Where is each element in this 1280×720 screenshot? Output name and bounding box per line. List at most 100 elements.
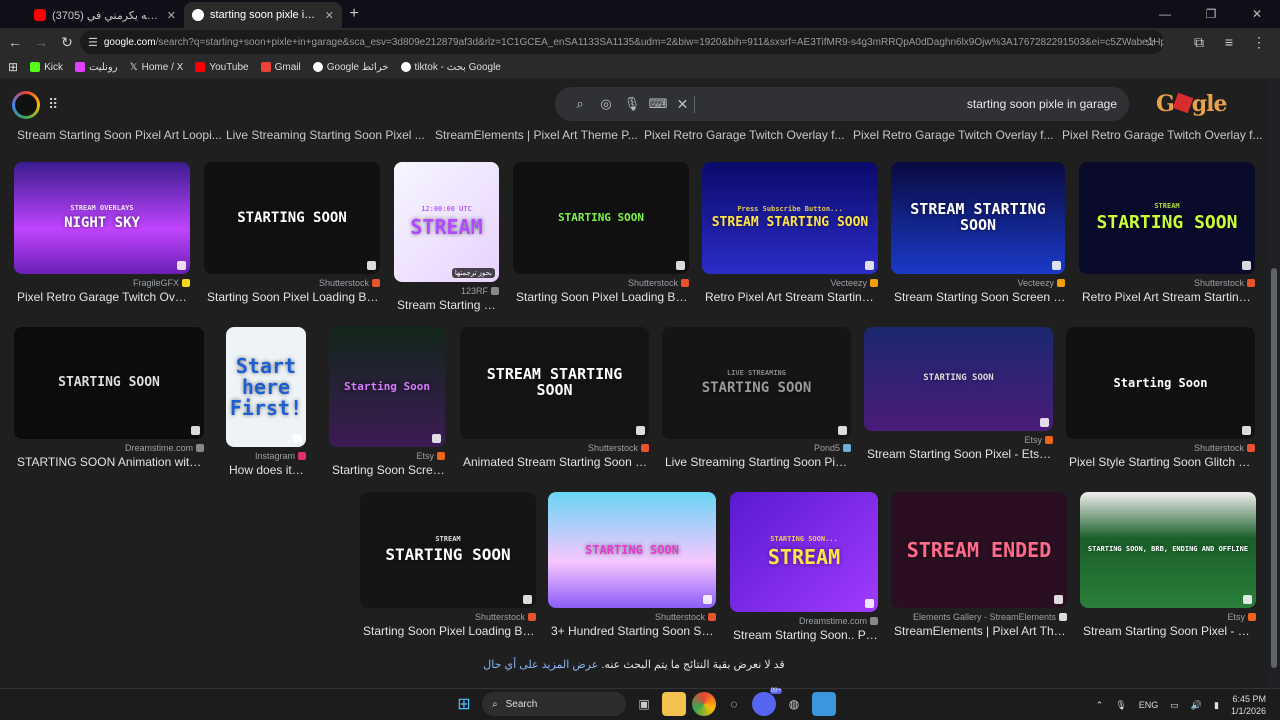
forward-button[interactable]: → (28, 29, 54, 55)
google-logo[interactable]: Ggle (1156, 91, 1228, 117)
result-thumbnail[interactable]: Starting Soon (1066, 327, 1255, 439)
result-thumbnail[interactable]: STREAM STARTING SOON (360, 492, 536, 608)
media-icon[interactable]: ≡ (1216, 29, 1242, 55)
result-caption[interactable]: Starting Soon Pixel Loading Bar ... (363, 624, 537, 638)
file-explorer-icon[interactable] (662, 692, 686, 716)
close-window-icon[interactable]: ✕ (1234, 0, 1280, 28)
bookmark-star-icon[interactable]: ☆ (1144, 34, 1156, 50)
result-caption[interactable]: Stream Starting St... (397, 298, 500, 312)
result-thumbnail[interactable]: STARTING SOON (204, 162, 380, 274)
photos-icon[interactable] (812, 692, 836, 716)
result-source[interactable]: Pond5 (662, 443, 851, 453)
result-source[interactable]: Shutterstock (1066, 443, 1255, 453)
app-icon[interactable]: ◍ (782, 692, 806, 716)
tab-youtube[interactable]: (3705) الجنة الله يكرمني في ✕ (26, 2, 184, 28)
result-caption[interactable]: Live Streaming Starting Soon Pixel ... (665, 455, 852, 469)
result-thumbnail[interactable]: 12:00:00 UTC STREAM بحوز ترجمتها (394, 162, 499, 282)
result-caption[interactable]: Retro Pixel Art Stream Starting S... (1082, 290, 1256, 304)
address-bar[interactable]: ☰ google.com/search?q=starting+soon+pixl… (80, 30, 1164, 54)
result-source[interactable]: FragileGFX (14, 278, 190, 288)
result-source[interactable]: Instagram (226, 451, 306, 461)
result-thumbnail[interactable]: STARTING SOON (864, 327, 1053, 431)
result-source[interactable]: Etsy (329, 451, 445, 461)
result-source[interactable]: Vecteezy (702, 278, 878, 288)
avatar[interactable] (12, 91, 40, 119)
search-input[interactable]: starting soon pixle in garage (703, 97, 1117, 111)
translation-badge[interactable]: بحوز ترجمتها (451, 268, 495, 278)
chevron-up-icon[interactable]: ⌃ (1096, 700, 1104, 711)
result-caption[interactable]: Stream Starting Soon.. Phr... (733, 628, 879, 642)
bookmark-gmail[interactable]: Gmail (260, 62, 301, 73)
result-source[interactable]: 123RF (394, 286, 499, 296)
page-scrollbar[interactable] (1268, 78, 1280, 688)
result-source[interactable]: Shutterstock (513, 278, 689, 288)
result-source[interactable]: Etsy (1080, 612, 1256, 622)
discord-icon[interactable]: 99+ (752, 688, 782, 716)
language-indicator[interactable]: ENG (1139, 700, 1159, 710)
tab-google-search[interactable]: starting soon pixle in garage - ✕ (184, 2, 342, 28)
result-thumbnail[interactable]: STARTING SOON (14, 327, 204, 439)
result-caption[interactable]: StreamElements | Pixel Art Theme P... (435, 128, 638, 142)
result-thumbnail[interactable]: LIVE STREAMING STARTING SOON (662, 327, 851, 439)
bookmark-x[interactable]: 𝕏 Home / X (130, 62, 184, 73)
result-caption[interactable]: Starting Soon Pixel Loading Bar ... (516, 290, 690, 304)
result-thumbnail[interactable]: Press Subscribe Button... STREAM STARTING… (702, 162, 878, 274)
mic-icon[interactable]: 🎙 (1115, 700, 1126, 711)
result-source[interactable]: Shutterstock (548, 612, 716, 622)
result-caption[interactable]: Retro Pixel Art Stream Starting S... (705, 290, 879, 304)
maximize-icon[interactable]: ❐ (1188, 0, 1234, 28)
result-source[interactable]: Shutterstock (360, 612, 536, 622)
menu-icon[interactable]: ⋮ (1246, 29, 1272, 55)
result-caption[interactable]: Starting Soon Scree... (332, 463, 446, 477)
result-caption[interactable]: 3+ Hundred Starting Soon Scr... (551, 624, 717, 638)
result-caption[interactable]: Stream Starting Soon Pixel - Etsy A... (867, 447, 1054, 461)
apps-grid-icon[interactable]: ⊞ (8, 60, 18, 74)
result-caption[interactable]: STARTING SOON Animation with ... (17, 455, 205, 469)
clock[interactable]: 6:45 PM 1/1/2026 (1231, 693, 1266, 717)
chrome-icon[interactable] (692, 692, 716, 716)
taskbar-search[interactable]: ⌕ Search (482, 692, 626, 716)
lens-icon[interactable]: ◎ (593, 96, 619, 112)
result-caption[interactable]: Pixel Retro Garage Twitch Overlay f... (644, 128, 845, 142)
result-source[interactable]: Shutterstock (204, 278, 380, 288)
result-source[interactable]: Shutterstock (1079, 278, 1255, 288)
result-caption[interactable]: Pixel Retro Garage Twitch Overlay f... (853, 128, 1054, 142)
apps-grid-icon[interactable]: ⠿ (48, 96, 58, 113)
result-source[interactable]: Vecteezy (891, 278, 1065, 288)
result-caption[interactable]: Pixel Retro Garage Twitch Overlay f... (1062, 128, 1263, 142)
network-icon[interactable]: ▭ (1170, 700, 1179, 711)
result-thumbnail[interactable]: STREAM OVERLAYS NIGHT SKY (14, 162, 190, 274)
bookmark-roulette[interactable]: رونليت (74, 62, 118, 73)
app-icon[interactable]: ◌ (722, 692, 746, 716)
result-caption[interactable]: Starting Soon Pixel Loading Bar ... (207, 290, 381, 304)
result-thumbnail[interactable]: STREAM ENDED (891, 492, 1067, 608)
result-thumbnail[interactable]: STARTING SOON (513, 162, 689, 274)
result-caption[interactable]: Stream Starting Soon Pixel - Etsy (1083, 624, 1257, 638)
bookmark-tiktok[interactable]: tiktok - بحث Google (400, 62, 501, 73)
windows-start-icon[interactable]: ⊞ (452, 692, 476, 716)
result-source[interactable]: Dreamstime.com (14, 443, 204, 453)
result-thumbnail[interactable]: STARTING SOON... STREAM (730, 492, 878, 612)
search-icon[interactable]: ⌕ (567, 96, 593, 112)
result-caption[interactable]: Live Streaming Starting Soon Pixel ... (226, 128, 425, 142)
close-icon[interactable]: ✕ (167, 9, 176, 22)
result-thumbnail[interactable]: STARTING SOON, BRB, ENDING AND OFFLINE (1080, 492, 1256, 608)
result-caption[interactable]: StreamElements | Pixel Art The... (894, 624, 1068, 638)
result-caption[interactable]: How does it wor... (229, 463, 307, 477)
result-caption[interactable]: Pixel Style Starting Soon Glitch Tex... (1069, 455, 1256, 469)
result-thumbnail[interactable]: Start here First! (226, 327, 306, 447)
result-caption[interactable]: Stream Starting Soon Pixel Art Loopi... (17, 128, 222, 142)
bookmark-kick[interactable]: Kick (30, 62, 63, 73)
result-thumbnail[interactable]: STREAM STARTING SOON (460, 327, 649, 439)
result-caption[interactable]: Animated Stream Starting Soon Gli... (463, 455, 650, 469)
battery-icon[interactable]: ▮ (1214, 700, 1219, 711)
search-box[interactable]: ⌕ ◎ 🎙 ⌨ ✕ starting soon pixle in garage (555, 87, 1129, 121)
volume-icon[interactable]: 🔊 (1191, 700, 1202, 711)
extensions-icon[interactable]: ⧉ (1186, 29, 1212, 55)
keyboard-icon[interactable]: ⌨ (645, 96, 671, 112)
result-thumbnail[interactable]: Starting Soon (329, 327, 445, 447)
result-source[interactable]: Etsy (864, 435, 1053, 445)
back-button[interactable]: ← (2, 29, 28, 55)
task-view-icon[interactable]: ▣ (632, 692, 656, 716)
reload-button[interactable]: ↻ (54, 29, 80, 55)
